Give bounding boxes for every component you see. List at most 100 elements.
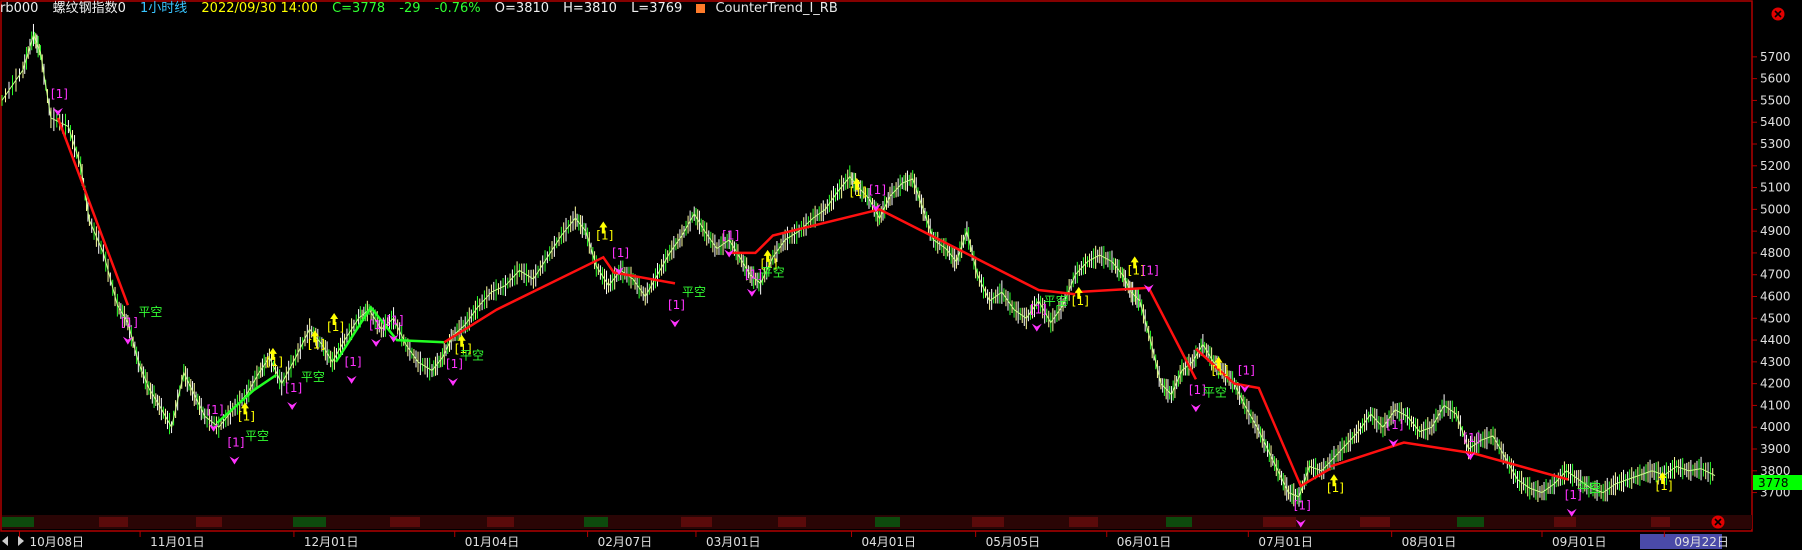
signal-label: [1] [745,268,762,282]
signal-down: [1] [668,298,685,328]
volume-segment [1281,517,1296,527]
x-tick-label: 10月08日 [29,535,84,549]
y-tick-label: 4700 [1760,268,1791,282]
signal-label: [1] [207,403,224,417]
close-circle-icon[interactable] [1711,515,1725,529]
volume-segment [1566,517,1576,527]
y-tick-label: 5300 [1760,137,1791,151]
signal-down: [1] [345,355,362,384]
x-tick-label: 04月01日 [862,535,917,549]
indicator-color-icon [696,4,706,13]
change-pct-value: -0.76% [434,1,481,16]
arrow-down-icon [287,402,298,410]
high-value: H=3810 [563,1,617,16]
indicator-label[interactable]: CounterTrend_I_RB [696,1,847,16]
volume-segment [796,517,806,527]
signal-label: [1] [1656,479,1673,493]
signal-label: [1] [285,381,302,395]
volume-segment [402,517,408,527]
signal-label: 平空 [301,370,325,384]
signal-label: [1] [596,229,613,243]
volume-segment [293,517,300,527]
period-label[interactable]: 1小时线 [140,1,187,16]
price-tag: 3778 [1753,475,1802,490]
arrow-down-icon [229,456,240,465]
signal-label: [1] [1238,364,1255,378]
signal-up: [1] [1327,474,1344,495]
signal-label: [1] [238,409,255,423]
chart-header: rb000 螺纹钢指数0 1小时线 2022/09/30 14:00 C=377… [0,0,1760,18]
signal-label: 平空 [1577,481,1601,495]
signal-label: [1] [1463,431,1480,445]
price-tag-label: 3778 [1758,476,1789,490]
volume-segment [493,517,500,527]
trend-line [1330,441,1569,481]
volume-segment [20,517,34,527]
signal-label: 平空 [1044,294,1068,308]
close-circle-icon[interactable] [1771,7,1785,21]
signal-text: 平空 [1044,294,1068,308]
price-chart[interactable]: [1][1]平空[1] [1][1] 平空[1][1]平空[1][1][1][1][… [0,0,1802,550]
signal-markers: [1][1]平空[1] [1][1] 平空[1][1]平空[1][1][1][1][… [51,87,1673,528]
volume-segment [893,517,900,527]
x-tick-label: 09月01日 [1552,535,1607,549]
y-tick-label: 5600 [1760,72,1791,86]
x-tick-label: 09月22日 [1674,535,1729,549]
volume-segment [505,517,514,527]
signal-text: 平空 [301,370,325,384]
arrow-down-icon [52,107,63,116]
signal-label: 平空 [245,429,269,443]
signal-label: 平空 [682,285,706,299]
low-value: L=3769 [631,1,683,16]
signal-up: [1] [327,313,344,334]
volume-segment [1475,517,1484,527]
volume-segment [214,517,222,527]
trend-line [443,255,676,344]
signal-text: 平空 [245,429,269,443]
plot-frame [0,0,1753,532]
y-tick-label: 5200 [1760,159,1791,173]
x-tick-label: 11月01日 [150,535,205,549]
signal-up: [1] [596,221,613,243]
open-value: O=3810 [494,1,550,16]
signal-up: [1] [238,402,255,423]
x-tick-label: 08月01日 [1402,535,1457,549]
signal-label: [1] [227,435,244,449]
close-value: C=3778 [332,1,386,16]
signal-label: [1] [51,87,68,101]
y-tick-label: 4000 [1760,420,1791,434]
symbol-code: rb000 [0,1,39,16]
volume-segment [990,517,1004,527]
signal-up: [1] [308,330,325,351]
arrow-down-icon [371,338,382,347]
y-tick-label: 4300 [1760,355,1791,369]
volume-segment [693,517,700,527]
signal-label: 平空 [460,348,484,362]
signal-down: [1] [227,435,244,465]
x-tick-label: 02月07日 [598,535,653,549]
volume-segment [1378,517,1390,527]
signal-text: 平空 [460,348,484,362]
signal-label: [1] [850,185,867,199]
signal-label: [1] [1294,499,1311,513]
signal-label: [1] [869,183,886,197]
volume-segment [408,517,420,527]
signal-label: [1] [266,355,283,369]
signal-label: [1] [308,337,325,351]
x-tick-label: 03月01日 [706,535,761,549]
arrow-down-icon [346,375,357,384]
signal-label: [1] [668,298,685,312]
y-tick-label: 4800 [1760,246,1791,260]
x-tick-label: 01月04日 [465,535,520,549]
signal-up: [1] [266,347,283,369]
volume-segment [1263,517,1270,527]
volume-segment [202,517,208,527]
signal-text: 平空 [1577,481,1601,495]
volume-segment [1184,517,1192,527]
volume-segment [1463,517,1470,527]
signal-label: [1] [1142,263,1159,277]
signal-label: [1] [1072,294,1089,308]
trend-line [56,117,130,306]
arrow-down-icon [669,319,680,328]
signal-text: 平空 [682,285,706,299]
